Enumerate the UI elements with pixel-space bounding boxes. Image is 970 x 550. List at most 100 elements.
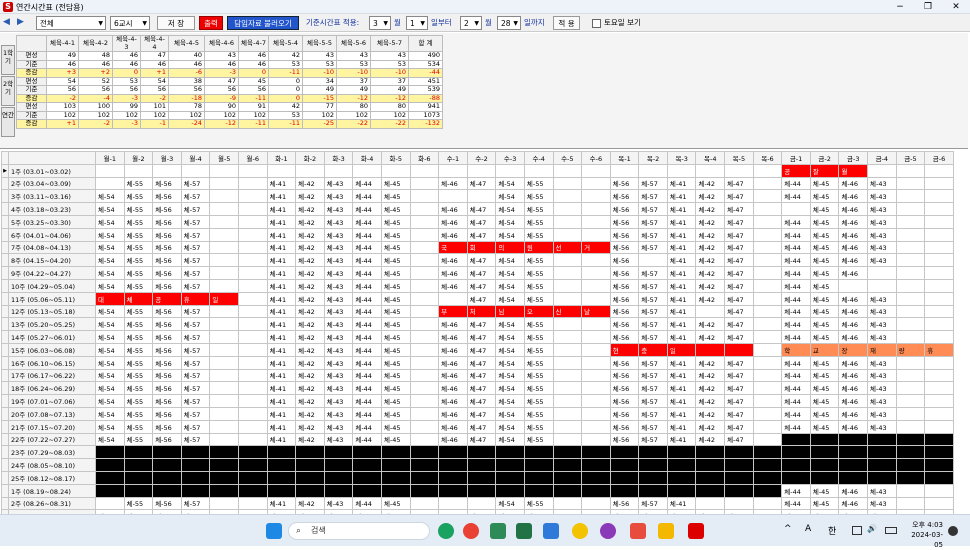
timetable-cell[interactable] — [867, 278, 897, 293]
timetable-cell[interactable]: 체-42 — [695, 355, 726, 370]
timetable-cell[interactable] — [838, 278, 869, 293]
timetable-cell[interactable]: 체-45 — [380, 330, 411, 344]
timetable-cell[interactable]: 체-47 — [724, 419, 754, 434]
timetable-cell[interactable] — [752, 342, 783, 357]
timetable-cell[interactable]: 체-43 — [867, 368, 897, 383]
timetable-cell[interactable] — [409, 394, 440, 408]
timetable-cell[interactable] — [266, 458, 297, 472]
timetable-cell[interactable] — [409, 291, 440, 306]
timetable-cell[interactable]: 체-41 — [666, 381, 697, 396]
timetable-cell[interactable]: 체-44 — [781, 304, 811, 319]
timetable-cell[interactable]: 체-43 — [867, 381, 897, 396]
timetable-cell[interactable] — [523, 458, 554, 472]
timetable-cell[interactable] — [237, 202, 268, 216]
timetable-cell[interactable]: 체-43 — [323, 496, 354, 511]
timetable-cell[interactable]: 체-42 — [695, 278, 726, 293]
timetable-cell[interactable]: 체-56 — [152, 368, 182, 383]
timetable-cell[interactable] — [237, 381, 268, 396]
timetable-cell[interactable]: 체-42 — [695, 317, 726, 332]
timetable-cell[interactable] — [209, 445, 239, 460]
timetable-cell[interactable] — [895, 317, 926, 332]
timetable-cell[interactable] — [466, 445, 497, 460]
timetable-cell[interactable] — [180, 445, 211, 460]
timetable-cell[interactable]: 체-42 — [695, 432, 726, 447]
timetable-cell[interactable]: 체-44 — [352, 202, 382, 216]
timetable-cell[interactable]: 체-45 — [809, 266, 840, 280]
timetable-cell[interactable]: 체-56 — [152, 317, 182, 332]
timetable-cell[interactable]: 체-57 — [638, 214, 668, 229]
timetable-cell[interactable]: 체-55 — [123, 214, 154, 229]
timetable-cell[interactable]: 체-55 — [123, 355, 154, 370]
timetable-cell[interactable] — [552, 317, 583, 332]
timetable-cell[interactable] — [924, 317, 954, 332]
timetable-cell[interactable]: 체-45 — [809, 496, 840, 511]
day-to-select[interactable]: 28 ▼ — [497, 16, 521, 30]
timetable-cell[interactable] — [552, 214, 583, 229]
timetable-cell[interactable] — [438, 163, 468, 178]
timetable-cell[interactable]: 체-56 — [609, 253, 640, 268]
timetable-cell[interactable]: 체-46 — [438, 278, 468, 293]
timetable-cell[interactable] — [409, 304, 440, 319]
timetable-cell[interactable] — [266, 163, 297, 178]
timetable-cell[interactable]: 체-43 — [323, 355, 354, 370]
timetable-cell[interactable] — [638, 445, 668, 460]
timetable-cell[interactable] — [838, 470, 869, 485]
font-a-icon[interactable]: A — [805, 524, 811, 534]
timetable-cell[interactable] — [209, 253, 239, 268]
week-row[interactable]: 20주 (07.08~07.13) 체-54 체-55 체-56 체-57 체-41 체-4… — [1, 406, 954, 421]
timetable-cell[interactable]: 체-46 — [838, 483, 869, 498]
timetable-cell[interactable]: 체-54 — [495, 202, 525, 216]
timetable-cell[interactable]: 체-46 — [438, 317, 468, 332]
timetable-cell[interactable]: 체-41 — [266, 189, 297, 204]
timetable-cell[interactable] — [380, 163, 411, 178]
timetable-cell[interactable]: 체-44 — [352, 189, 382, 204]
timetable-cell[interactable] — [180, 483, 211, 498]
timetable-cell[interactable]: 체-47 — [466, 355, 497, 370]
timetable-cell[interactable] — [495, 483, 525, 498]
timetable-cell[interactable]: 체-46 — [438, 266, 468, 280]
timetable-cell[interactable]: 체-55 — [523, 432, 554, 447]
timetable-cell[interactable]: 체-55 — [123, 406, 154, 421]
timetable-cell[interactable]: 체-54 — [95, 330, 125, 344]
timetable-cell[interactable]: 충 — [638, 342, 668, 357]
timetable-cell[interactable] — [695, 445, 726, 460]
timetable-cell[interactable] — [209, 496, 239, 511]
timetable-cell[interactable]: 체-55 — [523, 406, 554, 421]
timetable-cell[interactable]: 체-44 — [781, 394, 811, 408]
timetable-cell[interactable]: 체-57 — [180, 202, 211, 216]
timetable-cell[interactable] — [409, 342, 440, 357]
timetable-cell[interactable] — [581, 266, 611, 280]
timetable-cell[interactable]: 체-43 — [867, 304, 897, 319]
timetable-cell[interactable]: 체-44 — [352, 432, 382, 447]
timetable-cell[interactable]: 체-44 — [781, 291, 811, 306]
week-row[interactable]: 3주 (03.11~03.16) 체-54 체-55 체-56 체-57 체-41 체-42… — [1, 189, 954, 204]
timetable-cell[interactable]: 체-47 — [724, 368, 754, 383]
timetable-cell[interactable]: 체-55 — [123, 227, 154, 242]
close-button[interactable]: ✕ — [942, 0, 970, 14]
timetable-cell[interactable]: 체-56 — [609, 406, 640, 421]
timetable-cell[interactable] — [809, 445, 840, 460]
timetable-cell[interactable]: 체-46 — [838, 304, 869, 319]
timetable-cell[interactable]: 체-41 — [666, 291, 697, 306]
timetable-cell[interactable]: 체-45 — [809, 394, 840, 408]
timetable-cell[interactable]: 체-46 — [838, 496, 869, 511]
timetable-cell[interactable]: 체-45 — [809, 227, 840, 242]
timetable-cell[interactable] — [323, 445, 354, 460]
timetable-cell[interactable] — [409, 214, 440, 229]
timetable-cell[interactable]: 체-45 — [380, 317, 411, 332]
timetable-cell[interactable] — [581, 445, 611, 460]
timetable-cell[interactable]: 체-55 — [123, 266, 154, 280]
timetable-cell[interactable]: 체-54 — [95, 266, 125, 280]
timetable-cell[interactable] — [409, 330, 440, 344]
timetable-cell[interactable] — [95, 445, 125, 460]
timetable-cell[interactable]: 체-57 — [638, 368, 668, 383]
timetable-cell[interactable] — [867, 445, 897, 460]
timetable-cell[interactable] — [552, 253, 583, 268]
timetable-cell[interactable]: 체 — [123, 291, 154, 306]
timetable-cell[interactable]: 체-44 — [352, 419, 382, 434]
timetable-cell[interactable] — [895, 355, 926, 370]
timetable-cell[interactable]: 체-43 — [867, 330, 897, 344]
saturday-checkbox[interactable] — [592, 19, 601, 28]
timetable-cell[interactable] — [237, 483, 268, 498]
timetable-cell[interactable]: 체-54 — [495, 214, 525, 229]
